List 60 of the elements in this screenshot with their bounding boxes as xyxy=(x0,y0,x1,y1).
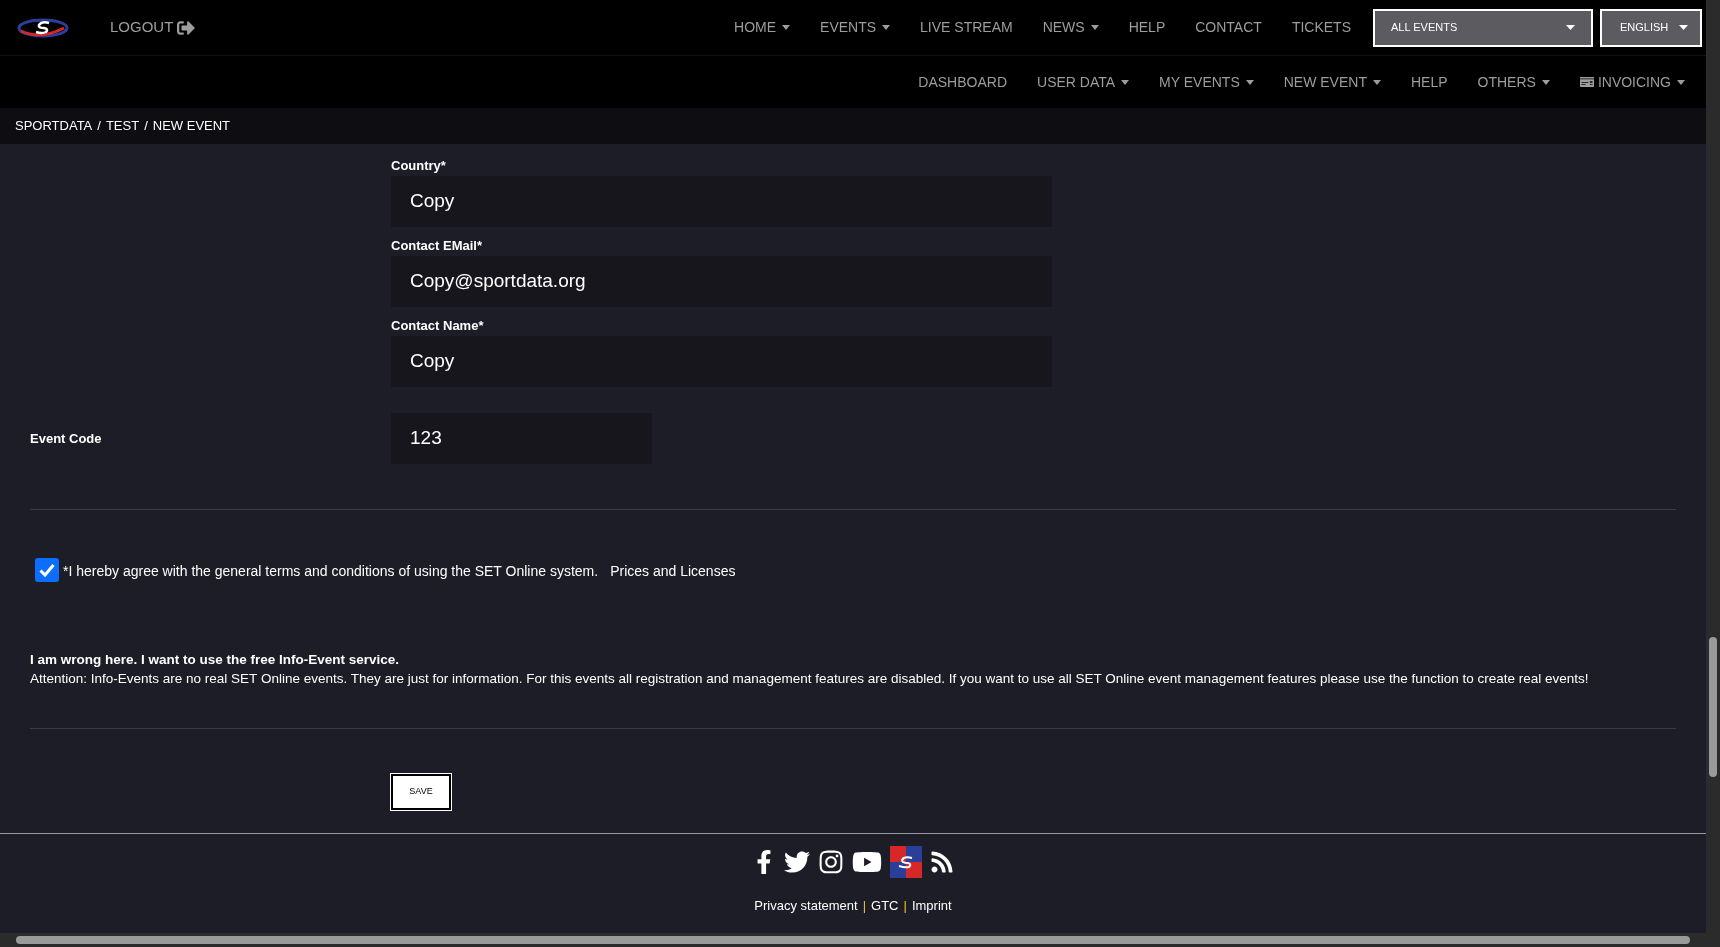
rss-icon[interactable] xyxy=(930,850,954,874)
subnav-link[interactable]: HELP xyxy=(1395,71,1463,93)
breadcrumb-link[interactable]: NEW EVENT xyxy=(152,116,231,136)
field-label: Contact Name* xyxy=(391,317,485,335)
horizontal-scrollbar[interactable] xyxy=(0,933,1706,947)
caret-icon xyxy=(1245,79,1254,85)
subnav-link[interactable]: OTHERS xyxy=(1462,71,1565,93)
breadcrumb-link[interactable]: SPORTDATA xyxy=(15,116,93,136)
text-field[interactable]: Copy xyxy=(391,176,1052,227)
caret-icon xyxy=(1372,79,1381,85)
nav-link[interactable]: TICKETS xyxy=(1276,17,1366,38)
caret-icon xyxy=(782,25,791,30)
save-button[interactable]: SAVE xyxy=(391,774,451,810)
prices-link[interactable]: Prices and Licenses xyxy=(610,561,736,582)
subnav-link[interactable]: USER DATA xyxy=(1022,71,1145,93)
caret-icon xyxy=(1541,79,1550,85)
card-icon xyxy=(1579,75,1594,89)
footer-link[interactable]: Privacy statement xyxy=(754,896,858,916)
nav-link[interactable]: CONTACT xyxy=(1180,17,1277,38)
terms-checkbox[interactable] xyxy=(35,558,59,582)
field-label: Contact EMail* xyxy=(391,237,483,255)
subnav-link[interactable]: INVOICING xyxy=(1564,71,1700,93)
nav-link[interactable]: NEWS xyxy=(1027,17,1114,38)
nav-link[interactable]: HELP xyxy=(1113,17,1181,38)
event-select[interactable]: ALL EVENTS xyxy=(1373,8,1593,47)
breadcrumb-separator: / xyxy=(97,117,101,136)
breadcrumb-link[interactable]: TEST xyxy=(105,116,140,136)
terms-text: *I hereby agree with the general terms and conditions of using the SET Online system. xyxy=(63,562,599,581)
nav-link[interactable]: EVENTS xyxy=(805,17,906,38)
field-label: Country* xyxy=(391,157,447,175)
caret-icon xyxy=(882,25,891,30)
text-field[interactable]: Copy@sportdata.org xyxy=(391,256,1052,307)
caret-icon xyxy=(1677,79,1685,85)
subnav-link[interactable]: DASHBOARD xyxy=(903,71,1022,93)
vertical-scrollbar[interactable] xyxy=(1706,0,1720,947)
logo-icon[interactable] xyxy=(890,846,922,878)
caret-icon xyxy=(1121,79,1130,85)
twitter-icon[interactable] xyxy=(784,849,810,875)
logout-icon xyxy=(177,18,196,37)
nav-link[interactable]: LIVE STREAM xyxy=(905,17,1028,38)
language-select[interactable]: ENGLISH xyxy=(1600,8,1702,47)
breadcrumb-separator: / xyxy=(144,117,148,136)
info-heading: I am wrong here. I want to use the free Info-Event service. xyxy=(30,651,401,669)
footer-link[interactable]: GTC xyxy=(871,896,899,916)
check-icon xyxy=(39,563,55,577)
logout-link[interactable]: LOGOUT xyxy=(110,16,196,39)
nav-link[interactable]: HOME xyxy=(719,17,806,38)
field-label: Event Code xyxy=(30,429,103,448)
footer-link[interactable]: Imprint xyxy=(911,896,952,916)
caret-icon xyxy=(1566,25,1575,30)
subnav-link[interactable]: NEW EVENT xyxy=(1268,71,1396,93)
subnav-link[interactable]: MY EVENTS xyxy=(1144,71,1269,93)
instagram-icon[interactable] xyxy=(818,849,844,875)
caret-icon xyxy=(1679,25,1688,30)
footer-separator: | xyxy=(862,897,867,915)
event-code-field[interactable]: 123 xyxy=(391,413,652,464)
footer-separator: | xyxy=(903,897,907,915)
caret-icon xyxy=(1090,25,1099,30)
info-text: Attention: Info-Events are no real SET Online events. They are just for information. For this events all registration and management features are disabled. If you want to use all SET Online event management features please use the function to create real events! xyxy=(30,670,1590,688)
text-field[interactable]: Copy xyxy=(391,336,1052,387)
